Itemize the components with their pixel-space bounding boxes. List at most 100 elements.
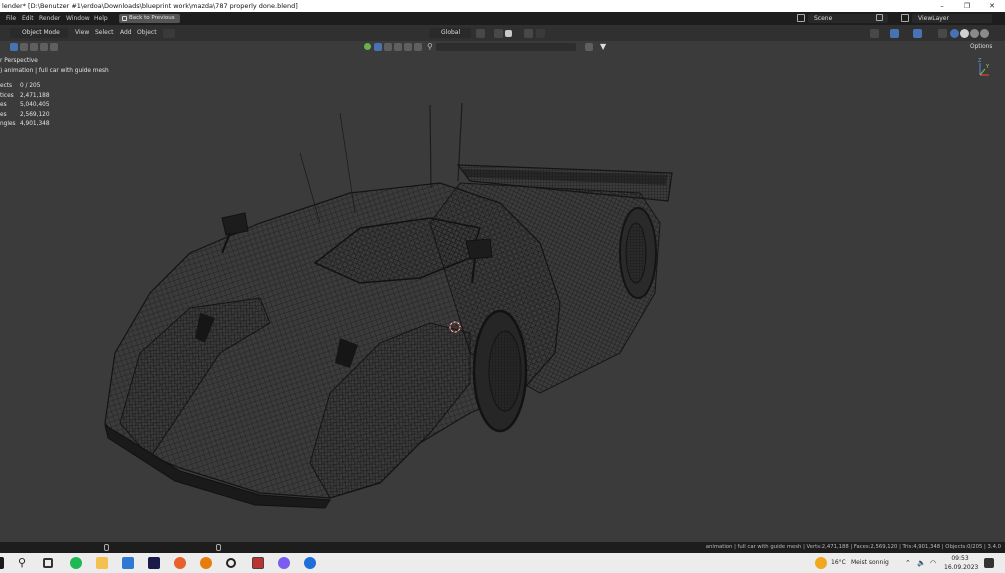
stat-value: 0 / 205 xyxy=(20,83,41,89)
weather-temp[interactable]: 16°C xyxy=(831,553,846,573)
menu-window[interactable]: Window xyxy=(64,12,92,25)
menu-object[interactable]: Object xyxy=(137,25,157,41)
weather-text[interactable]: Meist sonnig xyxy=(851,553,889,573)
gizmo-y-axis[interactable] xyxy=(979,68,986,76)
image-app-icon[interactable] xyxy=(252,557,264,569)
windows-start-icon[interactable] xyxy=(0,557,4,569)
select-extend-icon[interactable] xyxy=(20,43,28,51)
mail-icon[interactable] xyxy=(122,557,134,569)
viewlayer-icon[interactable] xyxy=(901,14,909,22)
search-icon[interactable]: ⚲ xyxy=(427,42,433,51)
stat-row: tices 2,471,188 xyxy=(0,92,70,102)
viewport-header: Object Mode View Select Add Object Globa… xyxy=(0,25,1005,41)
shading-solid-icon[interactable] xyxy=(960,29,969,38)
filter-camera-icon[interactable] xyxy=(414,43,422,51)
select-invert-icon[interactable] xyxy=(40,43,48,51)
tool-header: ⚲ ▼ Options xyxy=(0,41,1005,53)
k-app-icon[interactable] xyxy=(304,557,316,569)
stat-value: 4,901,348 xyxy=(20,121,50,128)
menu-edit[interactable]: Edit xyxy=(20,12,36,25)
task-view-icon[interactable] xyxy=(43,558,53,568)
maximize-button[interactable]: ❐ xyxy=(956,0,978,12)
stat-key: es xyxy=(0,111,7,118)
blender-icon[interactable] xyxy=(200,557,212,569)
viewport-info: r Perspective ) animation | full car wit… xyxy=(0,57,109,76)
left-mirror xyxy=(221,212,249,236)
blender-window: lender* [D:\Benutzer #1\erdoa\Downloads\… xyxy=(0,0,1005,573)
status-bar: animation | full car with guide mesh | V… xyxy=(0,542,1005,553)
search-icon[interactable]: ⚲ xyxy=(18,555,26,571)
network-icon[interactable]: ◠ xyxy=(930,553,936,573)
menu-help[interactable]: Help xyxy=(92,12,110,25)
outliner-search-field[interactable] xyxy=(436,43,576,51)
select-box-icon[interactable] xyxy=(10,43,18,51)
mouse-left-icon xyxy=(104,544,109,551)
viewlayer-name: ViewLayer xyxy=(918,15,949,22)
menu-render[interactable]: Render xyxy=(37,12,62,25)
shading-wireframe-icon[interactable] xyxy=(950,29,959,38)
car-wireframe[interactable]: Z Y xyxy=(0,53,1005,542)
transform-orientation-dropdown[interactable]: Global xyxy=(429,28,471,38)
back-icon xyxy=(122,16,127,21)
file-explorer-icon[interactable] xyxy=(96,557,108,569)
gizmo-toggle-icon[interactable] xyxy=(890,29,899,38)
back-to-previous-label: Back to Previous xyxy=(129,15,175,21)
mouse-right-icon xyxy=(216,544,221,551)
stat-key: es xyxy=(0,102,7,109)
back-to-previous-button[interactable]: Back to Previous xyxy=(119,14,180,23)
filter-icon[interactable]: ▼ xyxy=(600,42,606,51)
overlay-toggle-icon[interactable] xyxy=(913,29,922,38)
top-menubar: File Edit Render Window Help Back to Pre… xyxy=(0,12,1005,25)
firefox-icon[interactable] xyxy=(174,557,186,569)
3d-viewport[interactable]: Z Y r Perspective ) animation | full car… xyxy=(0,53,1005,542)
view-object-types-icon[interactable] xyxy=(870,29,879,38)
menu-view[interactable]: View xyxy=(75,25,89,41)
new-scene-icon[interactable] xyxy=(876,14,883,21)
menu-select[interactable]: Select xyxy=(95,25,114,41)
front-wheel-rim xyxy=(488,330,522,412)
clock-time: 09:53 xyxy=(951,555,969,562)
volume-icon[interactable]: 🔈 xyxy=(917,553,926,573)
outliner-filter-icon[interactable] xyxy=(364,43,371,50)
stat-row: ngles 4,901,348 xyxy=(0,120,70,130)
filter-light-icon[interactable] xyxy=(404,43,412,51)
filter-curve-icon[interactable] xyxy=(394,43,402,51)
spotify-icon[interactable] xyxy=(70,557,82,569)
xray-toggle-icon[interactable] xyxy=(938,29,947,38)
shading-material-icon[interactable] xyxy=(970,29,979,38)
premiere-icon[interactable] xyxy=(148,557,160,569)
minimize-button[interactable]: – xyxy=(931,0,953,12)
stat-value: 2,471,188 xyxy=(20,92,50,99)
stat-row: ects 0 / 205 xyxy=(0,82,70,92)
options-dropdown[interactable]: Options xyxy=(970,42,992,52)
close-button[interactable]: ✕ xyxy=(981,0,1003,12)
select-subtract-icon[interactable] xyxy=(30,43,38,51)
select-intersect-icon[interactable] xyxy=(50,43,58,51)
visibility-icon[interactable] xyxy=(374,43,382,51)
falloff-icon[interactable] xyxy=(536,29,545,38)
mode-dropdown[interactable]: Object Mode xyxy=(10,28,68,38)
snap-target-icon[interactable] xyxy=(505,30,512,37)
stat-row: es 2,569,120 xyxy=(0,111,70,121)
clock[interactable]: 09:53 16.09.2023 xyxy=(944,553,978,573)
shading-rendered-icon[interactable] xyxy=(980,29,989,38)
menu-add[interactable]: Add xyxy=(120,25,132,41)
pivot-point-icon[interactable] xyxy=(476,29,485,38)
stat-key: ects xyxy=(0,83,13,89)
tray-chevron-icon[interactable]: ⌃ xyxy=(905,553,911,573)
filter-mesh-icon[interactable] xyxy=(384,43,392,51)
pie-menu-icon[interactable] xyxy=(163,29,175,38)
status-info: animation | full car with guide mesh | V… xyxy=(705,544,1001,550)
scene-icon[interactable] xyxy=(797,14,805,22)
windows-taskbar: ⚲ 16°C Meist sonnig ⌃ 🔈 ◠ 09:53 16.09.20… xyxy=(0,553,1005,573)
menu-file[interactable]: File xyxy=(4,12,18,25)
options-label: Options xyxy=(970,44,993,50)
search-app-icon[interactable] xyxy=(226,558,236,568)
messenger-icon[interactable] xyxy=(278,557,290,569)
sync-icon[interactable] xyxy=(585,43,593,51)
viewlayer-selector[interactable]: ViewLayer xyxy=(912,14,992,23)
weather-icon[interactable] xyxy=(815,557,827,569)
snap-icon[interactable] xyxy=(494,29,503,38)
notifications-icon[interactable] xyxy=(984,558,994,568)
proportional-edit-icon[interactable] xyxy=(524,29,533,38)
